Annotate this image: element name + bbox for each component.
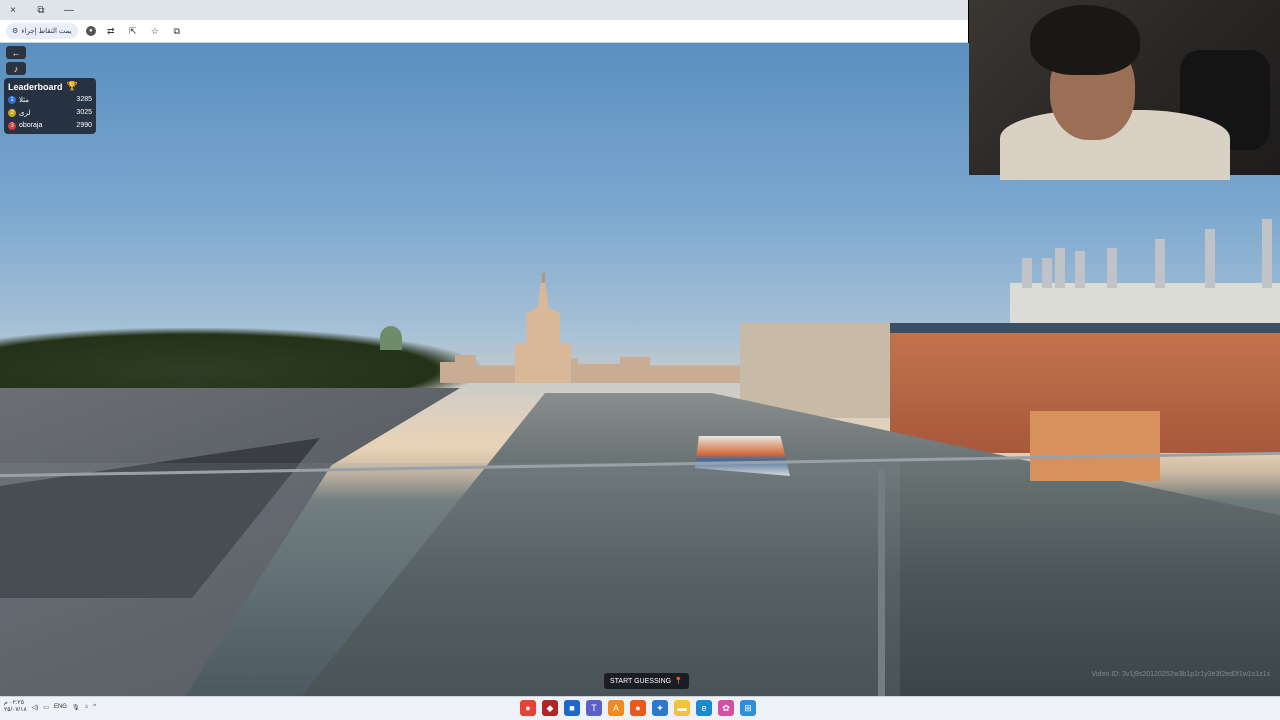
rank-badge: 1 [8, 95, 16, 104]
edge-icon[interactable]: e [696, 700, 712, 716]
right-buildings [740, 323, 890, 418]
trophy-icon: 🏆 [66, 81, 78, 91]
map-pin-icon: 📍 [674, 678, 683, 685]
clock[interactable]: ٠٢:٢٥ م ٢٥/٠٧/١٨ [4, 700, 27, 714]
mic-icon[interactable]: 🎙 [72, 704, 80, 711]
volume-icon[interactable]: ◁) [32, 704, 39, 711]
profile-icon[interactable]: ● [85, 26, 96, 36]
sound-button[interactable]: ♪ [6, 62, 26, 75]
chimney [1107, 248, 1117, 288]
chimney [1022, 258, 1032, 288]
chimney [1262, 219, 1272, 288]
church-dome [380, 326, 402, 350]
chimney [1155, 239, 1165, 288]
chimney [1042, 258, 1052, 288]
start-guessing-button[interactable]: START GUESSING 📍 [604, 673, 689, 689]
game-icon[interactable]: ◆ [542, 700, 558, 716]
rank-badge: 2 [8, 108, 16, 117]
extensions-icon[interactable]: ⧉ [170, 24, 184, 38]
store-icon[interactable]: ■ [564, 700, 580, 716]
player-score: 2990 [76, 122, 92, 129]
translate-icon[interactable]: ⇄ [104, 24, 118, 38]
firefox-icon[interactable]: ● [630, 700, 646, 716]
streamer-hair [1030, 5, 1140, 75]
rank-badge: 3 [8, 121, 16, 130]
factory-upper [1010, 283, 1280, 328]
player-score: 3285 [76, 96, 92, 103]
folder-icon[interactable]: ▬ [674, 700, 690, 716]
player-name: مثلا [19, 96, 30, 104]
minimize-window-icon[interactable]: — [62, 3, 76, 17]
windows-icon[interactable]: ⊞ [740, 700, 756, 716]
app-color-icon[interactable]: ✿ [718, 700, 734, 716]
browser-toolbar: ⚙ يمت التقاط إجراء ● ⇄ ⇱ ☆ ⧉ [0, 20, 968, 43]
chimney [1055, 248, 1065, 288]
app-blue-icon[interactable]: ✦ [652, 700, 668, 716]
back-arrow-icon: ← [11, 47, 21, 58]
clock-date: ٢٥/٠٧/١٨ [4, 707, 27, 713]
leaderboard-title: Leaderboard 🏆 [8, 80, 92, 93]
clock-time: ٠٢:٢٥ م [4, 700, 24, 706]
system-tray: ٠٢:٢٥ م ٢٥/٠٧/١٨ ◁) ▭ ENG 🎙 ⌂ ^ [4, 700, 96, 714]
player-name: لرى [19, 109, 31, 117]
restore-window-icon[interactable]: ⧉ [34, 3, 48, 17]
display-icon[interactable]: ▭ [43, 704, 49, 711]
address-chip[interactable]: ⚙ يمت التقاط إجراء [6, 23, 78, 39]
start-guessing-label: START GUESSING [610, 677, 672, 685]
browser-titlebar: × ⧉ — [0, 0, 968, 20]
trees [0, 328, 480, 398]
leaderboard-row: 2 لرى 3025 [8, 106, 92, 119]
chevron-up-icon[interactable]: ^ [93, 704, 96, 710]
back-button[interactable]: ← [6, 46, 26, 59]
chimney [1205, 229, 1215, 288]
taskbar: ٠٢:٢٥ م ٢٥/٠٧/١٨ ◁) ▭ ENG 🎙 ⌂ ^ ● ◆ ■ T A ● ✦ ▬… [0, 696, 1280, 720]
leaderboard-row: 1 مثلا 3285 [8, 93, 92, 106]
share-icon[interactable]: ⇱ [126, 24, 140, 38]
video-id: Video ID: 3v1j9s20120252w3b1p1r1y3e3f2ed… [1091, 671, 1270, 678]
stalinist-tower [515, 283, 571, 383]
network-icon[interactable]: ⌂ [85, 704, 89, 710]
app-a-icon[interactable]: A [608, 700, 624, 716]
chimney [1075, 251, 1085, 288]
teams-icon[interactable]: T [586, 700, 602, 716]
taskbar-apps: ● ◆ ■ T A ● ✦ ▬ e ✿ ⊞ [520, 700, 756, 716]
language-indicator[interactable]: ENG [54, 704, 67, 710]
address-label: يمت التقاط إجراء [21, 28, 72, 35]
leaderboard: Leaderboard 🏆 1 مثلا 3285 2 لرى 3025 3 oboraja 2… [4, 78, 96, 134]
player-name: oboraja [19, 122, 43, 129]
chrome-icon[interactable]: ● [520, 700, 536, 716]
screen: × ⧉ — ⚙ يمت التقاط إجراء ● ⇄ ⇱ ☆ ⧉ ← ♪ L… [0, 0, 1280, 720]
city-skyline [440, 355, 740, 383]
player-score: 3025 [76, 109, 92, 116]
railing-post [878, 470, 885, 696]
star-icon[interactable]: ☆ [148, 24, 162, 38]
leaderboard-row: 3 oboraja 2990 [8, 119, 92, 132]
lock-icon: ⚙ [12, 28, 19, 35]
close-window-icon[interactable]: × [6, 3, 20, 17]
leaderboard-title-text: Leaderboard [8, 81, 63, 92]
speaker-icon: ♪ [13, 63, 19, 74]
